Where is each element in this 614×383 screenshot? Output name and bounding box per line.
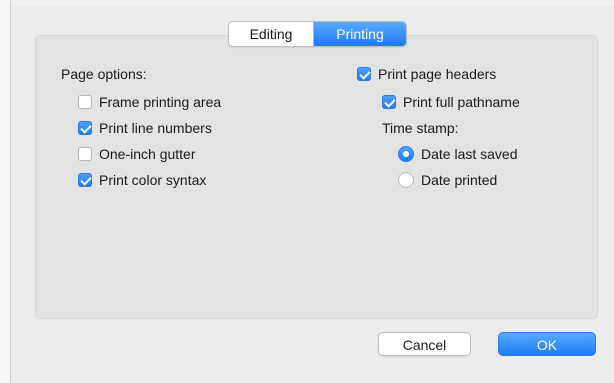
page-options-heading: Page options:	[61, 64, 147, 84]
print-color-syntax-option[interactable]: Print color syntax	[78, 170, 206, 190]
print-color-syntax-label: Print color syntax	[99, 172, 207, 188]
tab-editing[interactable]: Editing	[229, 22, 314, 46]
page-options-label: Page options:	[61, 66, 147, 82]
frame-printing-area-option[interactable]: Frame printing area	[78, 92, 221, 112]
date-printed-label: Date printed	[421, 172, 498, 188]
one-inch-gutter-option[interactable]: One-inch gutter	[78, 144, 196, 164]
print-full-pathname-option[interactable]: Print full pathname	[382, 92, 520, 112]
cancel-button[interactable]: Cancel	[378, 332, 471, 356]
date-last-saved-option[interactable]: Date last saved	[398, 144, 518, 164]
tab-printing[interactable]: Printing	[314, 22, 406, 46]
print-line-numbers-checkbox[interactable]	[78, 121, 92, 135]
print-color-syntax-checkbox[interactable]	[78, 173, 92, 187]
print-full-pathname-label: Print full pathname	[403, 94, 520, 110]
date-last-saved-radio[interactable]	[398, 146, 414, 162]
frame-printing-area-checkbox[interactable]	[78, 95, 92, 109]
window-top-edge	[0, 0, 614, 6]
date-last-saved-label: Date last saved	[421, 146, 518, 162]
frame-printing-area-label: Frame printing area	[99, 94, 222, 110]
window-left-edge	[0, 0, 11, 383]
print-line-numbers-option[interactable]: Print line numbers	[78, 118, 212, 138]
print-page-headers-label: Print page headers	[378, 66, 497, 82]
time-stamp-label: Time stamp:	[382, 120, 459, 136]
print-page-headers-option[interactable]: Print page headers	[357, 64, 496, 84]
ok-button[interactable]: OK	[498, 332, 596, 356]
print-full-pathname-checkbox[interactable]	[382, 95, 396, 109]
date-printed-option[interactable]: Date printed	[398, 170, 497, 190]
date-printed-radio[interactable]	[398, 172, 414, 188]
tab-control: Editing Printing	[228, 21, 407, 47]
time-stamp-heading: Time stamp:	[382, 118, 459, 138]
one-inch-gutter-label: One-inch gutter	[99, 146, 196, 162]
print-line-numbers-label: Print line numbers	[99, 120, 212, 136]
print-page-headers-checkbox[interactable]	[357, 67, 371, 81]
one-inch-gutter-checkbox[interactable]	[78, 147, 92, 161]
